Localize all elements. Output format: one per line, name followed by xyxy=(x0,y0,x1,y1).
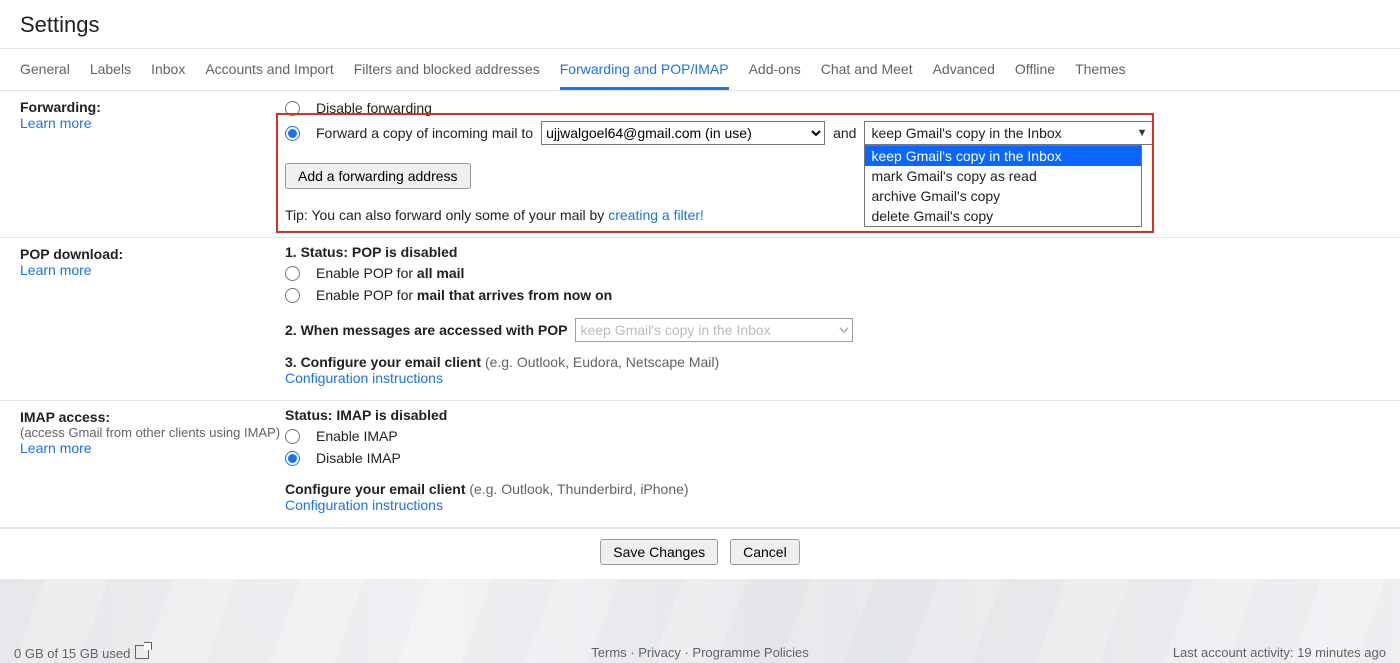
label-forward-copy: Forward a copy of incoming mail to xyxy=(316,122,533,144)
tab-labels[interactable]: Labels xyxy=(90,49,131,90)
footer-policies-link[interactable]: Programme Policies xyxy=(692,645,808,660)
label-disable-imap: Disable IMAP xyxy=(316,447,401,469)
forwarding-learn-more-link[interactable]: Learn more xyxy=(20,115,92,131)
pop-q3-bold: 3. Configure your email client xyxy=(285,354,485,370)
imap-learn-more-link[interactable]: Learn more xyxy=(20,440,92,456)
forwarding-address-select[interactable]: ujjwalgoel64@gmail.com (in use) xyxy=(541,121,825,145)
imap-status-value: IMAP is disabled xyxy=(336,407,447,423)
chevron-down-icon: ▼ xyxy=(1137,122,1148,144)
tab-themes[interactable]: Themes xyxy=(1075,49,1126,90)
creating-filter-link[interactable]: creating a filter! xyxy=(608,207,704,223)
section-forwarding: Forwarding: Learn more Disable forwardin… xyxy=(0,91,1400,238)
save-cancel-bar: Save Changes Cancel xyxy=(0,528,1400,579)
footer-terms-link[interactable]: Terms xyxy=(591,645,626,660)
label-pop-all-prefix: Enable POP for xyxy=(316,265,417,281)
tab-add-ons[interactable]: Add-ons xyxy=(749,49,801,90)
radio-pop-all-mail[interactable] xyxy=(285,266,300,281)
pop-status-value: POP is disabled xyxy=(352,244,458,260)
tab-inbox[interactable]: Inbox xyxy=(151,49,185,90)
page-title: Settings xyxy=(0,0,1400,48)
label-and: and xyxy=(833,122,856,144)
label-pop-all-bold: all mail xyxy=(417,265,464,281)
footer: 0 GB of 15 GB used Terms · Privacy · Pro… xyxy=(0,641,1400,663)
radio-forward-copy[interactable] xyxy=(285,126,300,141)
add-forwarding-address-button[interactable]: Add a forwarding address xyxy=(285,163,471,189)
pop-q2-label: 2. When messages are accessed with POP xyxy=(285,319,567,341)
forwarding-heading: Forwarding: xyxy=(20,99,285,115)
pop-heading: POP download: xyxy=(20,246,285,262)
radio-disable-forwarding[interactable] xyxy=(285,101,300,116)
forwarding-action-select[interactable]: keep Gmail's copy in the Inbox ▼ keep Gm… xyxy=(864,121,1154,145)
cancel-button[interactable]: Cancel xyxy=(730,539,800,565)
imap-status-label: Status: xyxy=(285,407,336,423)
storage-used-text: 0 GB of 15 GB used xyxy=(14,646,149,661)
tab-accounts-and-import[interactable]: Accounts and Import xyxy=(205,49,333,90)
tab-advanced[interactable]: Advanced xyxy=(933,49,995,90)
save-changes-button[interactable]: Save Changes xyxy=(600,539,718,565)
radio-disable-imap[interactable] xyxy=(285,451,300,466)
tab-chat-and-meet[interactable]: Chat and Meet xyxy=(821,49,913,90)
label-enable-imap: Enable IMAP xyxy=(316,425,398,447)
tab-forwarding-and-pop-imap[interactable]: Forwarding and POP/IMAP xyxy=(560,49,729,90)
section-pop: POP download: Learn more 1. Status: POP … xyxy=(0,238,1400,401)
external-link-icon xyxy=(135,645,149,659)
imap-config-instructions-link[interactable]: Configuration instructions xyxy=(285,497,443,513)
label-pop-now-bold: mail that arrives from now on xyxy=(417,287,612,303)
last-activity-text: Last account activity: 19 minutes ago xyxy=(1173,645,1386,660)
forwarding-tip-text: Tip: You can also forward only some of y… xyxy=(285,207,608,223)
tab-offline[interactable]: Offline xyxy=(1015,49,1055,90)
forwarding-action-option[interactable]: keep Gmail's copy in the Inbox xyxy=(865,146,1141,166)
label-disable-forwarding: Disable forwarding xyxy=(316,97,432,119)
forwarding-action-selected: keep Gmail's copy in the Inbox xyxy=(871,122,1061,144)
pop-status-label: 1. Status: xyxy=(285,244,352,260)
radio-enable-imap[interactable] xyxy=(285,429,300,444)
radio-pop-from-now[interactable] xyxy=(285,288,300,303)
tab-general[interactable]: General xyxy=(20,49,70,90)
imap-cfg-rest: (e.g. Outlook, Thunderbird, iPhone) xyxy=(469,481,688,497)
imap-subtext: (access Gmail from other clients using I… xyxy=(20,425,285,440)
pop-q3-rest: (e.g. Outlook, Eudora, Netscape Mail) xyxy=(485,354,719,370)
imap-cfg-bold: Configure your email client xyxy=(285,481,469,497)
label-pop-now-prefix: Enable POP for xyxy=(316,287,417,303)
forwarding-action-option[interactable]: archive Gmail's copy xyxy=(865,186,1141,206)
forwarding-action-option[interactable]: mark Gmail's copy as read xyxy=(865,166,1141,186)
pop-learn-more-link[interactable]: Learn more xyxy=(20,262,92,278)
forwarding-action-option[interactable]: delete Gmail's copy xyxy=(865,206,1141,226)
pop-config-instructions-link[interactable]: Configuration instructions xyxy=(285,370,443,386)
settings-tabs: General Labels Inbox Accounts and Import Fil… xyxy=(0,48,1400,90)
footer-privacy-link[interactable]: Privacy xyxy=(638,645,681,660)
imap-heading: IMAP access: xyxy=(20,409,285,425)
pop-action-select[interactable]: keep Gmail's copy in the Inbox xyxy=(575,318,853,342)
section-imap: IMAP access: (access Gmail from other cl… xyxy=(0,401,1400,528)
forwarding-action-dropdown[interactable]: keep Gmail's copy in the Inboxmark Gmail… xyxy=(864,145,1142,227)
tab-filters-and-blocked-addresses[interactable]: Filters and blocked addresses xyxy=(354,49,540,90)
